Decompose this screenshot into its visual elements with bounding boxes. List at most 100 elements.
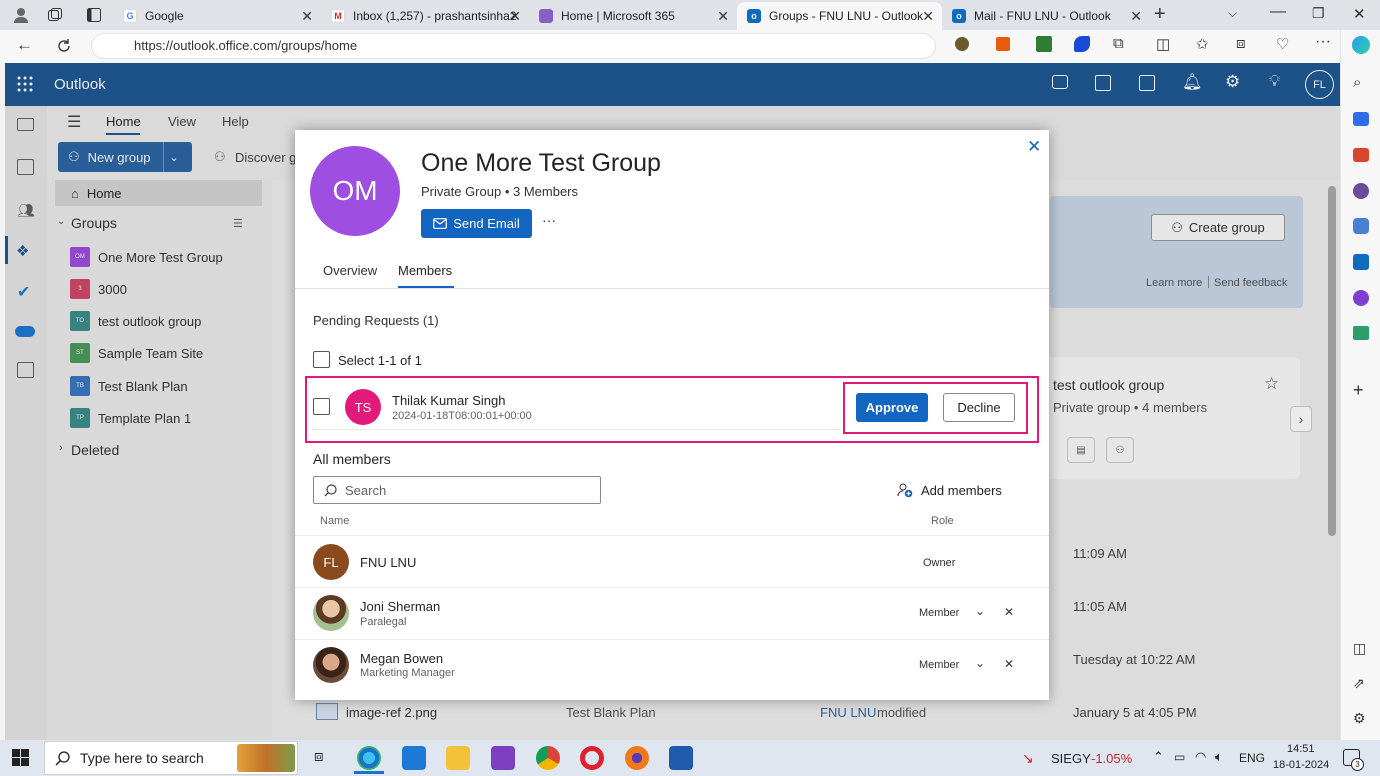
new-tab-icon[interactable]: +	[1154, 3, 1166, 26]
request-checkbox[interactable]	[313, 398, 330, 415]
add-members-button[interactable]: Add members	[921, 483, 1002, 498]
mail-taskbar-icon[interactable]	[402, 746, 426, 770]
approve-button[interactable]: Approve	[856, 393, 928, 422]
visual-studio-icon[interactable]	[491, 746, 515, 770]
close-tab-icon[interactable]: ✕	[717, 8, 729, 25]
taskbar-search[interactable]: Type here to search	[44, 741, 298, 775]
battery-icon[interactable]: ▭	[1174, 750, 1185, 764]
clock-date[interactable]: 18-01-2024	[1273, 759, 1329, 771]
back-icon[interactable]: ←	[16, 35, 33, 55]
member-title: Marketing Manager	[360, 667, 455, 679]
close-tab-icon[interactable]: ✕	[301, 8, 313, 25]
restore-icon[interactable]: ❐	[1312, 5, 1325, 22]
search-icon[interactable]: ⌕	[1353, 74, 1361, 91]
stock-name[interactable]: SIEGY	[1051, 751, 1091, 766]
search-highlight-image	[237, 744, 295, 772]
designer-icon[interactable]	[1353, 290, 1369, 306]
m365-icon	[539, 9, 553, 23]
add-sidebar-icon[interactable]: +	[1353, 380, 1364, 401]
select-all-checkbox[interactable]	[313, 351, 330, 368]
tab-active-indicator	[398, 286, 454, 288]
opera-icon[interactable]	[580, 746, 604, 770]
chrome-icon[interactable]	[536, 746, 560, 770]
close-icon[interactable]: ✕	[1027, 137, 1041, 157]
profile-icon[interactable]	[12, 6, 30, 24]
hide-sidebar-icon[interactable]: ◫	[1353, 640, 1366, 657]
search-icon	[324, 483, 337, 497]
edge-taskbar-icon[interactable]	[357, 746, 381, 770]
extension-bug-icon[interactable]	[955, 37, 969, 51]
member-role: Owner	[923, 557, 956, 569]
tools-icon[interactable]	[1353, 148, 1369, 162]
m365-sidebar-icon[interactable]	[1353, 218, 1369, 234]
extension-swift-icon[interactable]	[996, 37, 1010, 51]
more-options-icon[interactable]: ···	[542, 212, 556, 228]
games-icon[interactable]	[1353, 183, 1369, 199]
tab-overview[interactable]: Overview	[323, 263, 377, 278]
member-search-input[interactable]: Search	[313, 476, 601, 504]
group-subtitle: Private Group • 3 Members	[421, 184, 578, 199]
add-member-icon[interactable]	[897, 482, 913, 498]
member-name: FNU LNU	[360, 555, 417, 570]
chevron-up-icon[interactable]: ⌃	[1153, 749, 1164, 765]
stock-change: -1.05%	[1091, 751, 1133, 766]
drop-icon[interactable]	[1353, 326, 1369, 340]
collections-icon[interactable]: ⧈	[1236, 35, 1246, 52]
browser-tab-groups[interactable]: o Groups - FNU LNU - Outlook ✕	[737, 2, 942, 30]
outlook-icon: o	[952, 9, 966, 23]
member-name: Joni Sherman	[360, 599, 441, 614]
search-icon	[55, 750, 70, 766]
chevron-down-icon[interactable]: ⌄	[975, 604, 985, 618]
file-explorer-icon[interactable]	[446, 746, 470, 770]
all-members-header: All members	[313, 451, 391, 467]
member-avatar: FL	[313, 544, 349, 580]
split-screen-icon[interactable]: ◫	[1156, 35, 1170, 53]
settings-more-icon[interactable]: ···	[1315, 33, 1331, 51]
sidebar-settings-icon[interactable]: ⚙	[1353, 710, 1366, 727]
copilot-icon[interactable]	[1352, 36, 1370, 54]
browser-tab-gmail[interactable]: M Inbox (1,257) - prashantsinha2 ✕	[321, 2, 529, 30]
close-tab-icon[interactable]: ✕	[509, 8, 521, 25]
performance-icon[interactable]: ♡	[1276, 35, 1289, 53]
clock-time[interactable]: 14:51	[1287, 743, 1315, 755]
open-external-icon[interactable]: ⇗	[1353, 675, 1365, 692]
extension-pen-icon[interactable]	[1036, 36, 1052, 52]
remove-member-icon[interactable]: ✕	[1004, 657, 1014, 671]
close-tab-icon[interactable]: ✕	[1130, 8, 1142, 25]
edge-sidebar: ⌕ + ◫ ⇗ ⚙	[1340, 30, 1380, 740]
close-tab-icon[interactable]: ✕	[922, 8, 934, 25]
favorites-icon[interactable]: ✩	[1196, 35, 1209, 53]
active-app-indicator	[354, 771, 384, 774]
outlook-sidebar-icon[interactable]	[1353, 254, 1369, 270]
tab-actions-icon[interactable]	[86, 7, 102, 23]
member-photo	[313, 647, 349, 683]
send-email-button[interactable]: Send Email	[421, 209, 532, 238]
task-view-icon[interactable]: ⧈	[314, 748, 324, 765]
tab-list-icon[interactable]: ⌵	[1228, 6, 1237, 21]
member-role-dropdown[interactable]: Member	[919, 607, 959, 619]
volume-muted-icon[interactable]: 🔈︎	[1215, 749, 1223, 765]
language-indicator[interactable]: ENG	[1239, 751, 1265, 765]
browser-tab-m365[interactable]: Home | Microsoft 365 ✕	[529, 2, 737, 30]
wifi-icon[interactable]: ◠	[1195, 749, 1206, 765]
group-avatar-large: OM	[310, 146, 400, 236]
tab-members[interactable]: Members	[398, 263, 452, 278]
extensions-icon[interactable]: ⧉	[1113, 35, 1124, 52]
browser-tab-google[interactable]: G Google ✕	[113, 2, 321, 30]
decline-button[interactable]: Decline	[943, 393, 1015, 422]
refresh-icon[interactable]	[56, 38, 72, 54]
extension-blue-icon[interactable]	[1074, 36, 1090, 52]
browser-tab-mail[interactable]: o Mail - FNU LNU - Outlook ✕	[942, 2, 1150, 30]
member-role-dropdown[interactable]: Member	[919, 659, 959, 671]
address-bar[interactable]: https://outlook.office.com/groups/home	[91, 33, 936, 59]
column-header-role: Role	[931, 515, 954, 527]
chevron-down-icon[interactable]: ⌄	[975, 656, 985, 670]
minimize-icon[interactable]: —	[1270, 3, 1286, 21]
word-icon[interactable]	[669, 746, 693, 770]
firefox-icon[interactable]	[625, 746, 649, 770]
workspaces-icon[interactable]	[47, 7, 63, 23]
remove-member-icon[interactable]: ✕	[1004, 605, 1014, 619]
close-window-icon[interactable]: ✕	[1353, 5, 1366, 23]
windows-start-icon[interactable]	[12, 749, 29, 766]
shopping-icon[interactable]	[1353, 112, 1369, 126]
